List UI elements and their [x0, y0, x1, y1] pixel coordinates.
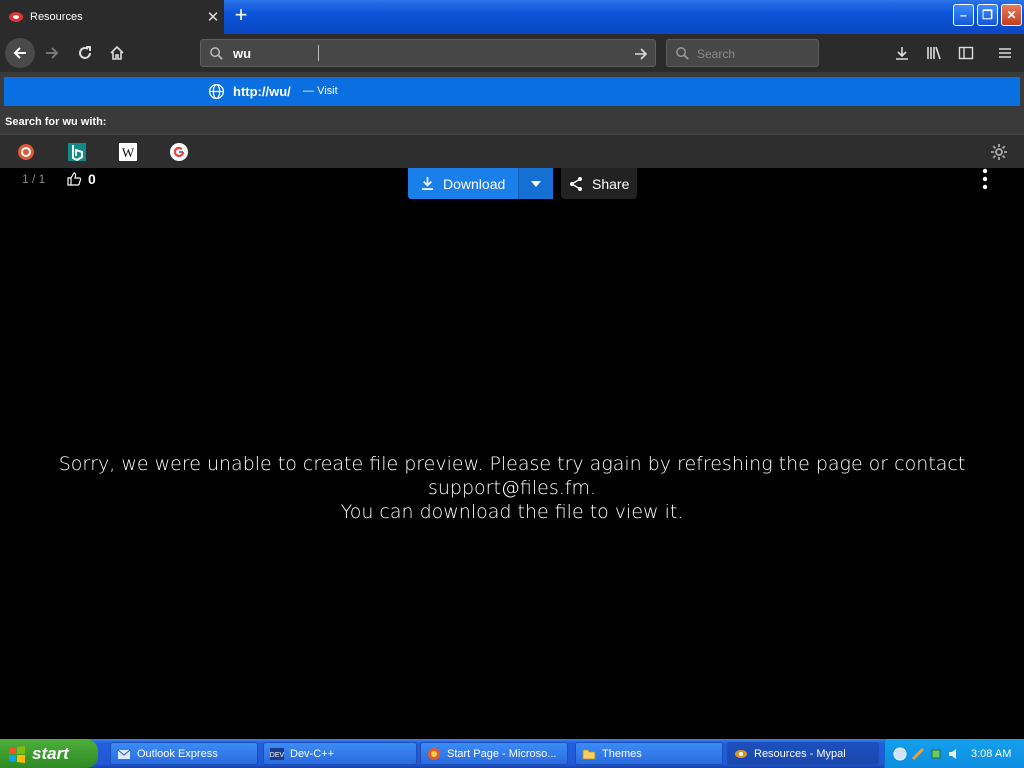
more-options-icon[interactable]: [978, 168, 992, 190]
system-tray: 3:08 AM: [884, 739, 1024, 768]
share-icon: [570, 176, 582, 191]
sidebar-icon: [958, 46, 974, 60]
search-icon: [210, 47, 223, 60]
svg-text:W: W: [122, 145, 135, 160]
title-bar: Resources ✕ + – ❐ ✕: [0, 0, 1024, 34]
url-input[interactable]: wu: [233, 46, 251, 61]
dev-cpp-icon: DEV: [270, 747, 284, 760]
download-icon: [421, 176, 434, 190]
search-bar[interactable]: Search: [666, 39, 819, 67]
home-button[interactable]: [103, 39, 131, 67]
minimize-button[interactable]: –: [953, 4, 974, 26]
hamburger-menu-icon: [999, 48, 1011, 58]
suggestion-visit-label: — Visit: [303, 85, 338, 97]
windows-flag-icon: [9, 745, 25, 763]
back-button[interactable]: [5, 38, 35, 68]
tab-resources[interactable]: Resources ✕: [0, 0, 224, 34]
reload-button[interactable]: [71, 39, 99, 67]
search-with-label: Search for wu with:: [5, 116, 107, 128]
task-dev-cpp[interactable]: DEV Dev-C++: [263, 742, 417, 765]
forward-button[interactable]: [38, 39, 66, 67]
library-button[interactable]: [920, 39, 948, 67]
screen: Resources ✕ + – ❐ ✕ wu Search http://wu/…: [0, 0, 1024, 768]
go-arrow-icon[interactable]: [633, 46, 649, 62]
taskbar: start Outlook Express DEV Dev-C++ Start …: [0, 739, 1024, 768]
duckduckgo-icon[interactable]: [17, 143, 35, 161]
mypal-icon: [735, 749, 747, 758]
forward-arrow-icon: [46, 47, 59, 59]
new-tab-button[interactable]: +: [230, 4, 252, 27]
mypal-favicon-icon: [9, 12, 23, 22]
share-label: Share: [592, 175, 630, 192]
nav-toolbar: wu Search: [0, 34, 1024, 72]
home-icon: [110, 45, 124, 60]
task-outlook-express[interactable]: Outlook Express: [110, 742, 258, 765]
error-line-2: You can download the file to view it.: [340, 501, 684, 523]
safely-remove-icon[interactable]: [929, 747, 943, 761]
menu-button[interactable]: [991, 39, 1019, 67]
page-content: 1 / 1 0 Download Share Sorry, we were un…: [0, 168, 1024, 739]
like-button[interactable]: 0: [66, 171, 96, 187]
outlook-express-icon: [117, 749, 131, 759]
download-options-button[interactable]: [518, 168, 553, 199]
reload-icon: [79, 46, 91, 59]
globe-icon: [208, 83, 225, 100]
autocomplete-dropdown: http://wu/ — Visit Search for wu with: W: [0, 72, 1024, 168]
google-icon[interactable]: [170, 143, 188, 161]
sidebar-button[interactable]: [952, 39, 980, 67]
restore-button[interactable]: ❐: [977, 4, 998, 26]
tab-close-icon[interactable]: ✕: [202, 8, 224, 26]
task-themes[interactable]: Themes: [575, 742, 723, 765]
start-button[interactable]: start: [0, 739, 98, 768]
folder-icon: [582, 749, 596, 759]
suggestion-url: http://wu/: [233, 84, 291, 99]
security-icon[interactable]: [911, 747, 925, 761]
page-counter: 1 / 1: [22, 172, 46, 186]
task-start-page[interactable]: Start Page - Microso...: [420, 742, 568, 765]
volume-icon[interactable]: [947, 747, 961, 761]
tab-title: Resources: [30, 11, 83, 23]
bing-icon[interactable]: [68, 143, 86, 161]
preview-error-message: Sorry, we were unable to create file pre…: [0, 452, 1024, 524]
search-icon: [676, 47, 689, 60]
share-button[interactable]: Share: [561, 168, 637, 199]
start-label: start: [32, 743, 69, 763]
search-engines-row: W: [0, 134, 1024, 168]
browser-icon: [428, 747, 440, 760]
caret-down-icon: [531, 180, 541, 187]
thumbs-up-icon: [67, 172, 82, 186]
download-icon: [896, 47, 908, 60]
task-resources-mypal[interactable]: Resources - Mypal: [727, 742, 879, 765]
gear-icon[interactable]: [990, 143, 1008, 161]
close-window-button[interactable]: ✕: [1001, 4, 1022, 26]
library-icon: [927, 46, 941, 60]
network-icon[interactable]: [893, 747, 907, 761]
search-placeholder: Search: [697, 47, 736, 61]
download-button-group: Download: [408, 168, 553, 199]
svg-text:DEV: DEV: [270, 752, 284, 759]
clock: 3:08 AM: [971, 747, 1012, 760]
like-count: 0: [88, 171, 96, 187]
wikipedia-icon[interactable]: W: [119, 143, 137, 161]
url-bar[interactable]: wu: [200, 39, 656, 67]
error-line-1: Sorry, we were unable to create file pre…: [58, 453, 966, 499]
back-arrow-icon: [13, 47, 26, 59]
suggestion-visit-row[interactable]: http://wu/ — Visit: [4, 77, 1020, 106]
downloads-button[interactable]: [888, 39, 916, 67]
download-button[interactable]: Download: [408, 168, 518, 199]
text-cursor: [318, 45, 319, 61]
download-label: Download: [443, 175, 506, 192]
